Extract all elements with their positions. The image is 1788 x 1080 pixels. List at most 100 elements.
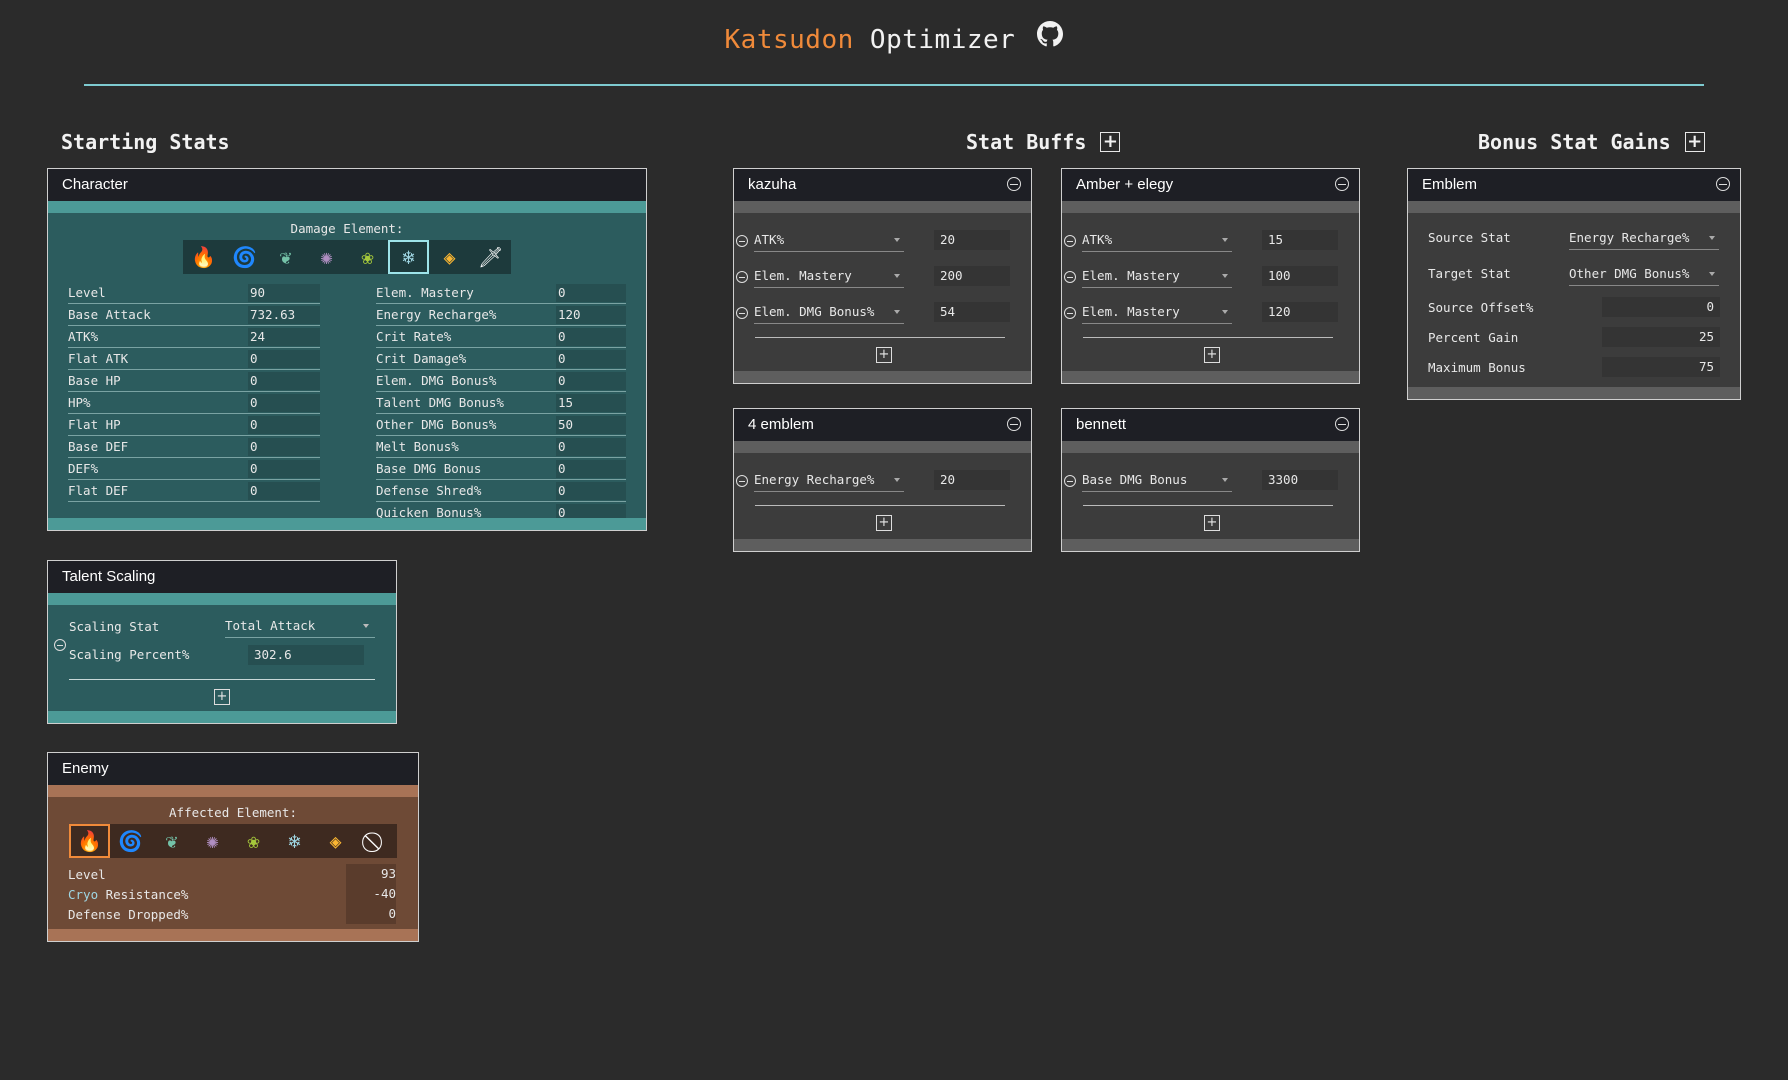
buff-stat-value[interactable]: 120 — [1262, 302, 1338, 322]
chevron-down-icon — [1709, 236, 1715, 240]
stat-buffs-heading: Stat Buffs + — [966, 130, 1121, 154]
remove-stat-icon[interactable] — [1064, 271, 1076, 283]
buff-name[interactable]: Amber + elegy — [1076, 176, 1173, 193]
buff-stat-value[interactable]: 15 — [1262, 230, 1338, 250]
chevron-down-icon — [1222, 478, 1228, 482]
remove-buff-icon[interactable] — [1335, 177, 1349, 191]
percent-gain-input[interactable]: 25 — [1602, 327, 1720, 347]
add-stat-button[interactable]: + — [1204, 347, 1220, 363]
buff-stat-select[interactable]: ATK% — [1082, 229, 1232, 252]
stat-row: Base DMG Bonus 0 — [376, 458, 626, 480]
source-offset-input[interactable]: 0 — [1602, 297, 1720, 317]
buff-stat-select[interactable]: ATK% — [754, 229, 904, 252]
stat-label: Base HP — [68, 373, 121, 388]
source-stat-select[interactable]: Energy Recharge% — [1569, 227, 1719, 250]
buff-stat-select[interactable]: Energy Recharge% — [754, 469, 904, 492]
stat-input[interactable]: 0 — [248, 481, 320, 500]
stat-input[interactable]: 0 — [248, 415, 320, 434]
remove-stat-icon[interactable] — [736, 307, 748, 319]
anemo-icon[interactable]: ❦ — [265, 240, 306, 274]
buff-stat-select[interactable]: Elem. DMG Bonus% — [754, 301, 904, 324]
stat-input[interactable]: 90 — [248, 283, 320, 302]
bonus-panel-title: Emblem — [1408, 169, 1740, 201]
add-buff-button[interactable]: + — [1100, 131, 1121, 152]
buff-stat-name: Energy Recharge% — [754, 472, 875, 487]
buff-stat-select[interactable]: Elem. Mastery — [1082, 301, 1232, 324]
stat-input[interactable]: 0 — [248, 349, 320, 368]
stat-input[interactable]: 0 — [556, 327, 626, 346]
stat-input[interactable]: 50 — [556, 415, 626, 434]
stat-input[interactable]: 732.63 — [248, 305, 320, 324]
remove-buff-icon[interactable] — [1335, 417, 1349, 431]
pyro-icon[interactable]: 🔥 — [69, 824, 110, 858]
physical-icon[interactable]: 🗡 — [470, 240, 511, 274]
stat-input[interactable]: 0 — [556, 437, 626, 456]
remove-stat-icon[interactable] — [1064, 475, 1076, 487]
remove-stat-icon[interactable] — [736, 271, 748, 283]
enemy-level-input[interactable]: 93 — [346, 864, 396, 884]
remove-buff-icon[interactable] — [1007, 417, 1021, 431]
remove-stat-icon[interactable] — [736, 475, 748, 487]
stat-input[interactable]: 0 — [248, 371, 320, 390]
buff-name[interactable]: kazuha — [748, 176, 796, 193]
buff-stat-select[interactable]: Elem. Mastery — [1082, 265, 1232, 288]
enemy-defense-input[interactable]: 0 — [346, 904, 396, 924]
electro-icon[interactable]: ✺ — [306, 240, 347, 274]
hydro-icon[interactable]: 🌀 — [110, 824, 151, 858]
buff-panel-title: bennett — [1062, 409, 1359, 441]
dendro-icon[interactable]: ❀ — [347, 240, 388, 274]
scaling-stat-select[interactable]: Total Attack — [225, 615, 375, 638]
geo-icon[interactable]: ◈ — [429, 240, 470, 274]
cryo-icon[interactable]: ❄ — [388, 240, 429, 274]
starting-stats-heading: Starting Stats — [61, 130, 230, 154]
buff-name[interactable]: 4 emblem — [748, 416, 814, 433]
electro-icon[interactable]: ✺ — [192, 824, 233, 858]
buff-stat-select[interactable]: Base DMG Bonus — [1082, 469, 1232, 492]
stat-label: Base Attack — [68, 307, 151, 322]
remove-scaling-icon[interactable] — [54, 639, 66, 651]
buff-stat-value[interactable]: 20 — [934, 230, 1010, 250]
stat-input[interactable]: 0 — [556, 459, 626, 478]
stat-input[interactable]: 24 — [248, 327, 320, 346]
stat-input[interactable]: 0 — [556, 371, 626, 390]
hydro-icon[interactable]: 🌀 — [224, 240, 265, 274]
scaling-percent-input[interactable]: 302.6 — [248, 645, 364, 665]
remove-buff-icon[interactable] — [1007, 177, 1021, 191]
stat-input[interactable]: 15 — [556, 393, 626, 412]
buff-name[interactable]: bennett — [1076, 416, 1126, 433]
pyro-icon[interactable]: 🔥 — [183, 240, 224, 274]
add-stat-button[interactable]: + — [876, 347, 892, 363]
add-bonus-button[interactable]: + — [1684, 131, 1705, 152]
stat-input[interactable]: 0 — [556, 349, 626, 368]
github-icon[interactable] — [1037, 21, 1064, 54]
geo-icon[interactable]: ◈ — [315, 824, 356, 858]
add-stat-button[interactable]: + — [876, 515, 892, 531]
remove-stat-icon[interactable] — [736, 235, 748, 247]
stat-input[interactable]: 0 — [248, 393, 320, 412]
stat-input[interactable]: 0 — [248, 459, 320, 478]
anemo-icon[interactable]: ❦ — [151, 824, 192, 858]
panel-strip — [734, 441, 1031, 453]
dendro-icon[interactable]: ❀ — [233, 824, 274, 858]
buff-stat-value[interactable]: 3300 — [1262, 470, 1338, 490]
stat-input[interactable]: 0 — [556, 481, 626, 500]
add-scaling-button[interactable]: + — [214, 689, 230, 705]
add-stat-button[interactable]: + — [1204, 515, 1220, 531]
cryo-icon[interactable]: ❄ — [274, 824, 315, 858]
stat-input[interactable]: 120 — [556, 305, 626, 324]
buff-stat-value[interactable]: 100 — [1262, 266, 1338, 286]
remove-bonus-icon[interactable] — [1716, 177, 1730, 191]
buff-stat-value[interactable]: 54 — [934, 302, 1010, 322]
remove-stat-icon[interactable] — [1064, 307, 1076, 319]
buff-stat-value[interactable]: 200 — [934, 266, 1010, 286]
stat-input[interactable]: 0 — [248, 437, 320, 456]
maximum-bonus-input[interactable]: 75 — [1602, 357, 1720, 377]
target-stat-select[interactable]: Other DMG Bonus% — [1569, 263, 1719, 286]
buff-stat-select[interactable]: Elem. Mastery — [754, 265, 904, 288]
stat-input[interactable]: 0 — [556, 283, 626, 302]
buff-stat-value[interactable]: 20 — [934, 470, 1010, 490]
remove-stat-icon[interactable] — [1064, 235, 1076, 247]
stat-label: ATK% — [68, 329, 99, 344]
enemy-resistance-input[interactable]: -40 — [346, 884, 396, 904]
none-icon[interactable]: ⃠ — [356, 824, 397, 858]
